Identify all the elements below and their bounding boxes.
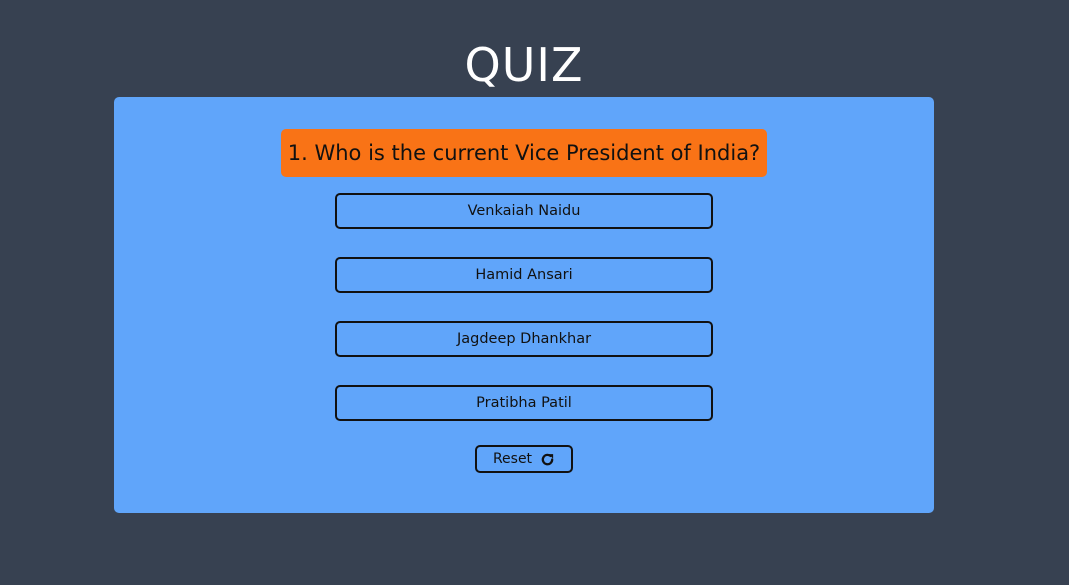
- reset-label: Reset: [492, 451, 533, 467]
- option-button-3[interactable]: Jagdeep Dhankhar: [335, 321, 713, 357]
- option-button-2[interactable]: Hamid Ansari: [335, 257, 713, 293]
- question-text: 1. Who is the current Vice President of …: [281, 129, 767, 177]
- page-title: QUIZ: [464, 38, 584, 92]
- redo-icon: [540, 452, 555, 467]
- quiz-card: 1. Who is the current Vice President of …: [114, 97, 934, 513]
- reset-button[interactable]: Reset: [475, 445, 573, 473]
- option-button-4[interactable]: Pratibha Patil: [335, 385, 713, 421]
- option-button-1[interactable]: Venkaiah Naidu: [335, 193, 713, 229]
